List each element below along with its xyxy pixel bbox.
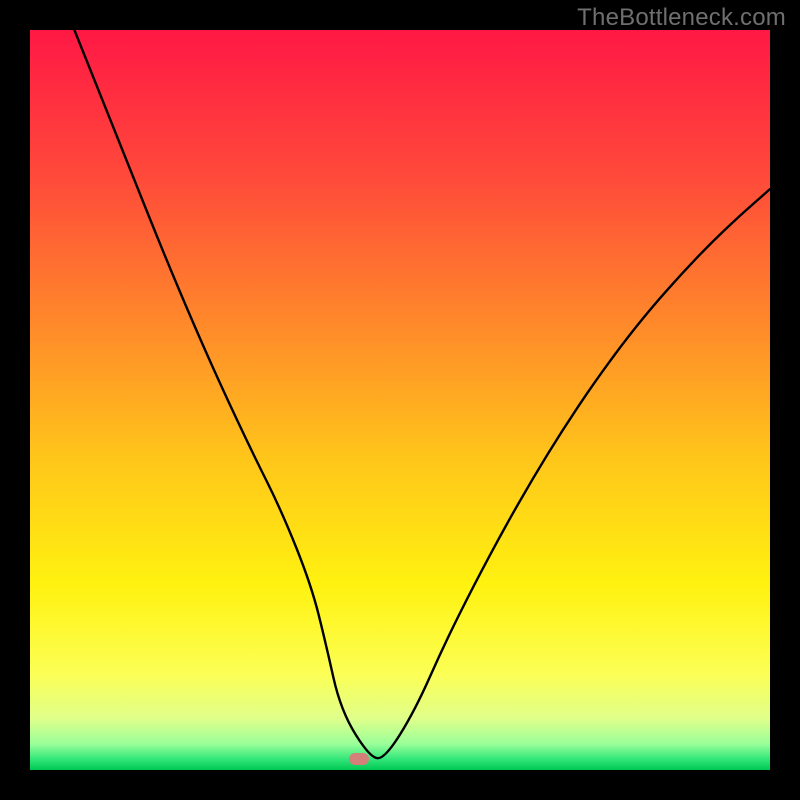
outer-frame: TheBottleneck.com: [0, 0, 800, 800]
bottleneck-curve: [30, 30, 770, 770]
plot-area: [30, 30, 770, 770]
minimum-marker: [349, 753, 369, 765]
watermark-text: TheBottleneck.com: [577, 4, 786, 32]
